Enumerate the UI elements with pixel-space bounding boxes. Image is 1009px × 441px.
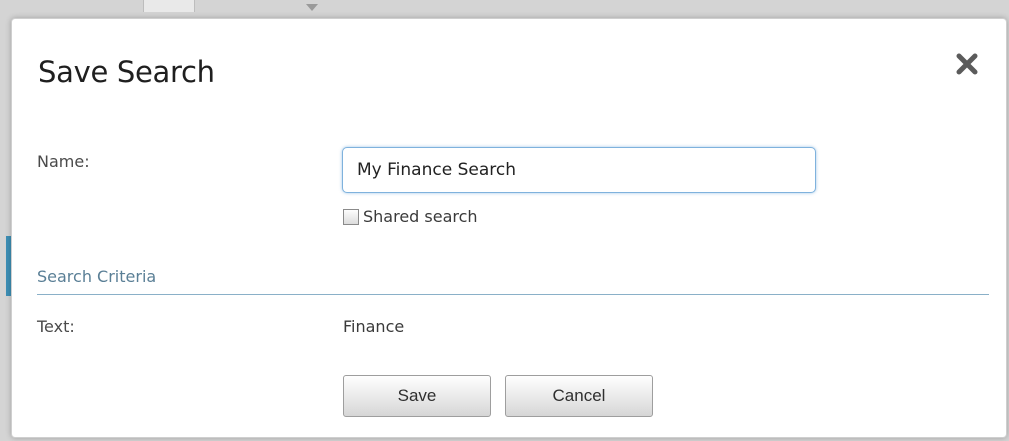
search-criteria-header: Search Criteria	[37, 267, 157, 286]
checkbox-box[interactable]	[343, 208, 359, 225]
cancel-button[interactable]: Cancel	[505, 375, 653, 417]
name-label: Name:	[37, 152, 90, 171]
save-search-dialog: Save Search Name: Shared search Search C…	[11, 18, 1007, 438]
text-label: Text:	[37, 317, 75, 336]
background-dropdown-strip	[143, 0, 318, 12]
shared-search-checkbox[interactable]: Shared search	[343, 207, 478, 226]
shared-search-label[interactable]: Shared search	[363, 207, 478, 226]
close-icon	[956, 53, 978, 75]
section-divider	[37, 294, 989, 295]
text-value: Finance	[343, 317, 405, 336]
save-button[interactable]: Save	[343, 375, 491, 417]
chevron-down-icon	[306, 4, 318, 11]
name-input[interactable]	[342, 147, 816, 193]
dialog-title: Save Search	[38, 55, 215, 89]
close-button[interactable]	[952, 49, 982, 79]
